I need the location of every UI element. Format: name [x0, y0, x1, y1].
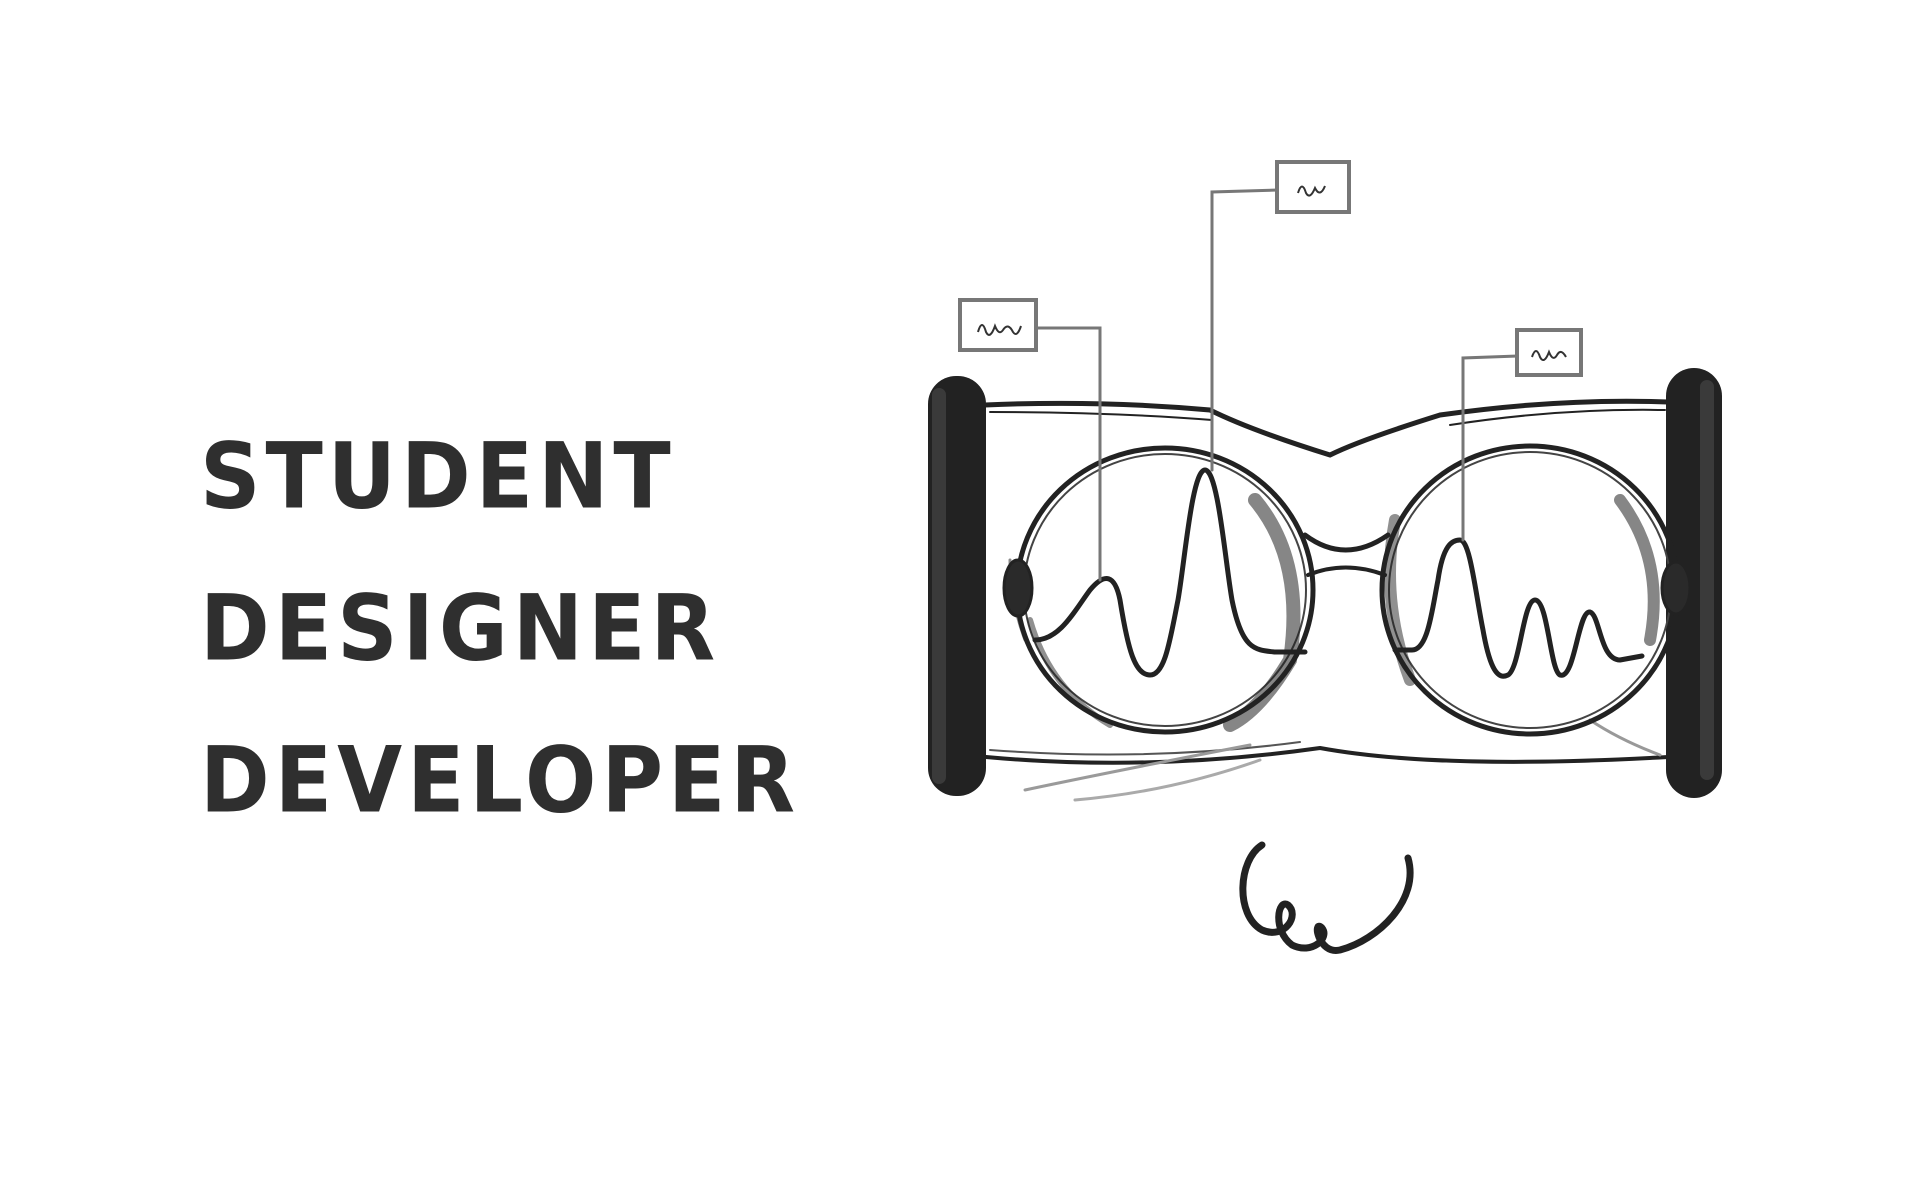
callout-tag-top — [1275, 160, 1351, 214]
callout-tag-left — [958, 298, 1038, 352]
right-lens — [1379, 443, 1692, 737]
callout-tag-right — [1515, 328, 1583, 377]
left-lens — [1002, 445, 1316, 735]
nose-scribble — [1239, 841, 1414, 954]
outer-frame-sketch — [982, 398, 1671, 802]
glasses-bridge — [1302, 532, 1391, 577]
left-temple-bar — [928, 376, 986, 796]
waveform-line — [1032, 467, 1645, 679]
page: STUDENT DESIGNER DEVELOPER — [0, 0, 1920, 1200]
glasses-illustration — [928, 160, 1722, 954]
